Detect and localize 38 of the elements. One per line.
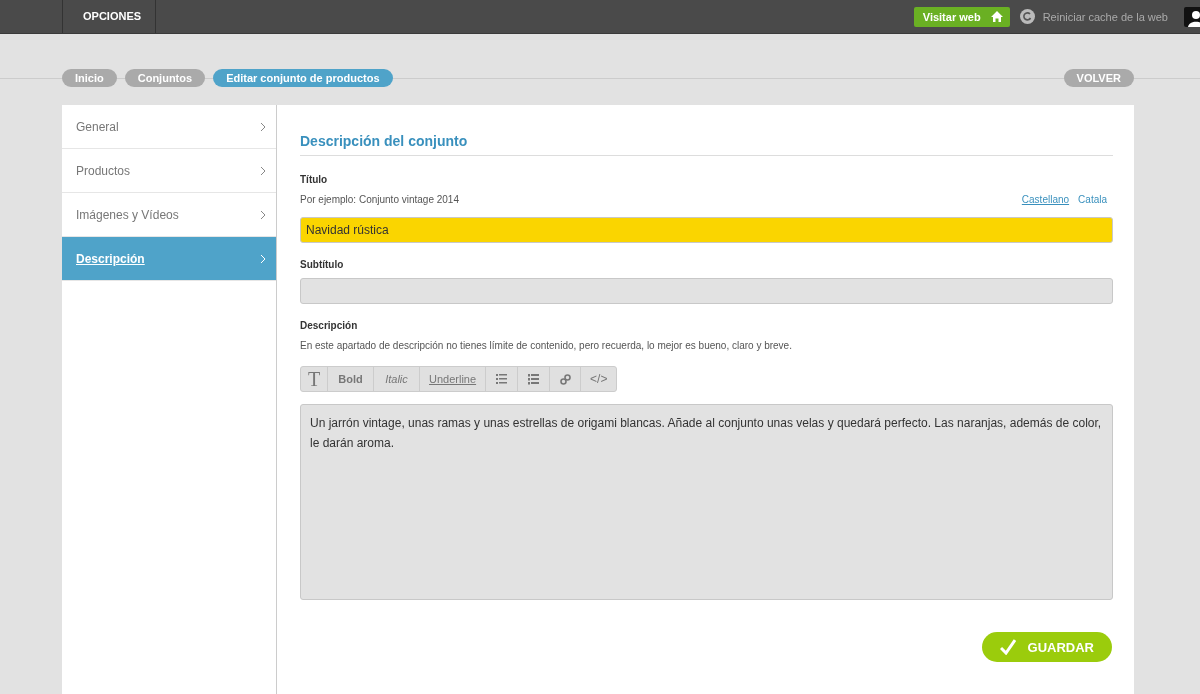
chevron-right-icon [260, 253, 266, 264]
chevron-right-icon [260, 209, 266, 220]
nav-tab[interactable]: OPCIONES [62, 0, 156, 33]
title-field[interactable]: Navidad rústica [300, 217, 1113, 243]
visit-web-button[interactable]: Visitar web [913, 6, 1010, 27]
link-icon [559, 373, 571, 385]
underline-button[interactable]: Underline [420, 367, 487, 391]
field-label: Título [300, 174, 329, 185]
language-link[interactable]: Catala [1078, 194, 1107, 205]
section-heading: Descripción del conjunto [300, 133, 1113, 156]
chevron-right-icon [260, 121, 266, 132]
user-avatar-icon [1184, 6, 1200, 27]
breadcrumb-link[interactable]: Editar conjunto de productos [213, 69, 393, 87]
breadcrumb-link[interactable]: Conjuntos [124, 69, 206, 87]
home-icon [990, 11, 1003, 22]
reset-cache-link[interactable]: Reiniciar cache de la web [1042, 10, 1168, 23]
field-hint: Por ejemplo: Conjunto vintage 2014 [300, 194, 459, 205]
sidebar-item[interactable]: General [62, 105, 276, 149]
language-link[interactable]: Castellano [1021, 194, 1070, 205]
italic-button[interactable]: Italic [374, 367, 420, 391]
field-label: Descripción [300, 320, 359, 331]
breadcrumb-link[interactable]: Inicio [62, 69, 117, 87]
sidebar-item[interactable]: Descripción [62, 237, 276, 281]
heading-button[interactable]: T [301, 367, 328, 391]
bold-button[interactable]: Bold [328, 367, 374, 391]
numbered-list-icon [528, 373, 540, 385]
refresh-icon [1019, 9, 1035, 24]
subtitle-field[interactable] [300, 278, 1113, 304]
chevron-right-icon [260, 165, 266, 176]
description-field[interactable]: Un jarrón vintage, unas ramas y unas estrellas de origami blancas. Añade al conjunto unas velas y quedará perfecto. Las naranjas, además de color, le darán aroma. [300, 404, 1113, 600]
checkmark-icon [999, 639, 1016, 655]
back-button[interactable]: VOLVER [1063, 69, 1134, 87]
field-label: Subtítulo [300, 259, 345, 270]
code-button[interactable]: </> [581, 367, 617, 391]
save-button[interactable]: GUARDAR [981, 632, 1112, 662]
field-hint: En este apartado de descripción no tienes límite de contenido, pero recuerda, lo mejor es bueno, claro y breve. [300, 340, 793, 351]
bullet-list-icon [496, 373, 508, 385]
sidebar-item[interactable]: Productos [62, 149, 276, 193]
